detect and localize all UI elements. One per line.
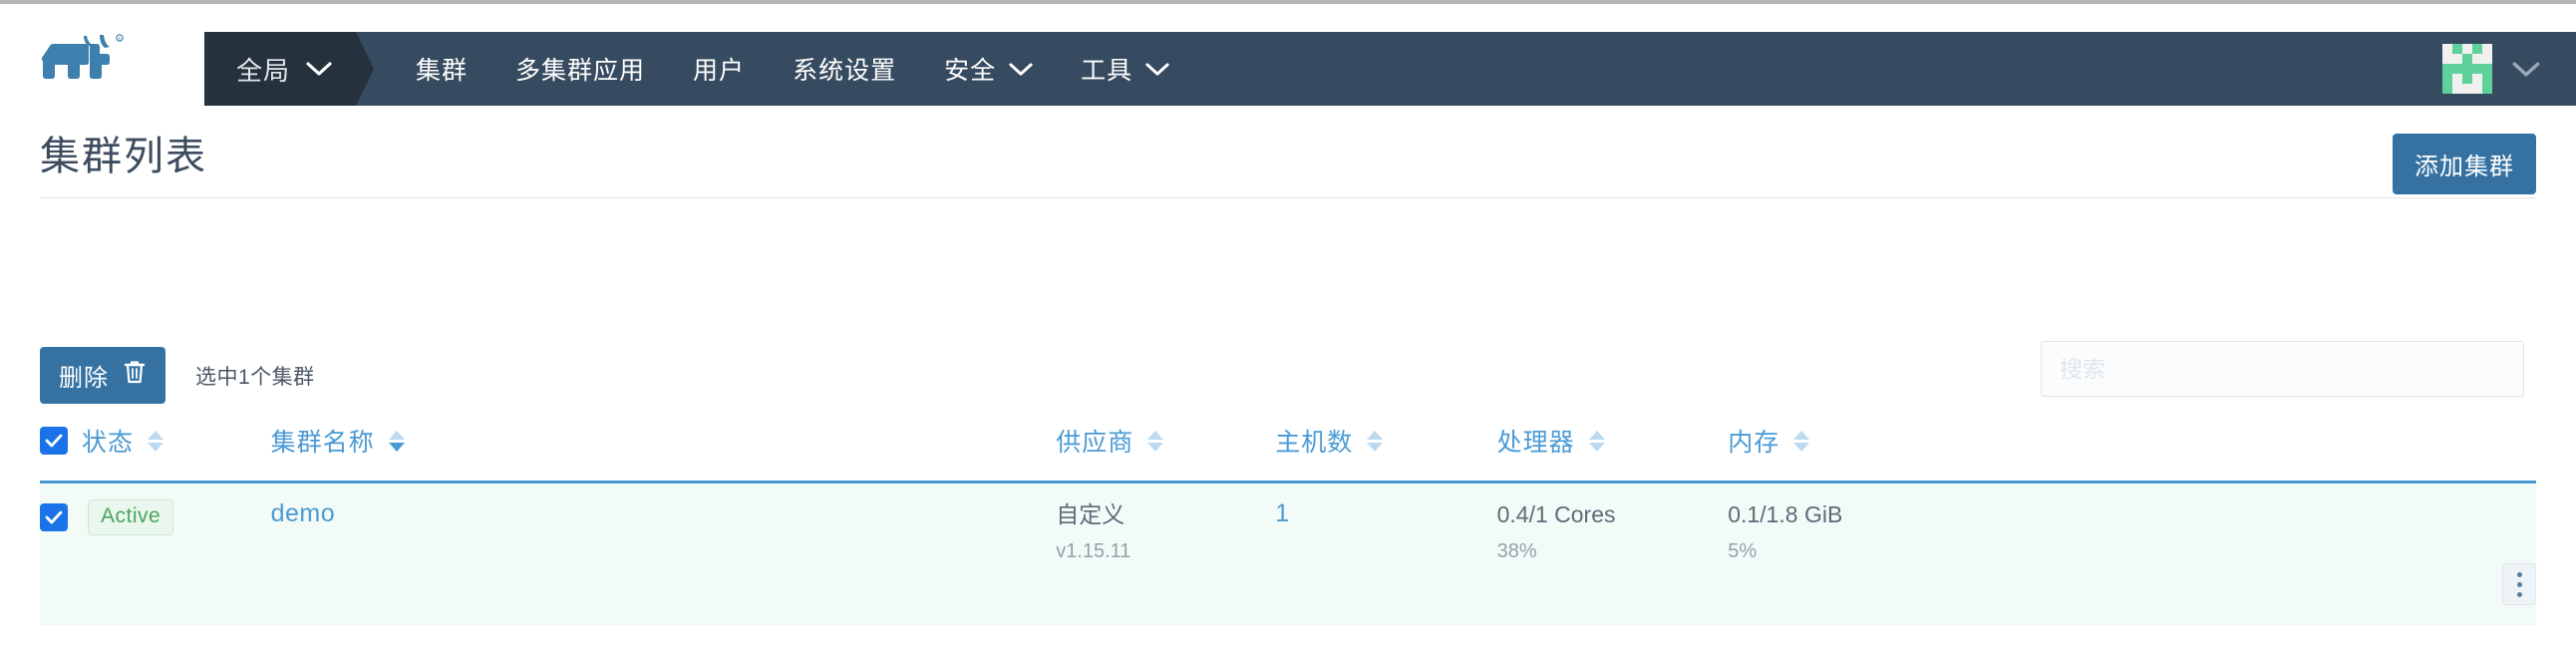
nav-item-label: 工具 [1081, 57, 1133, 85]
cell-node-count: 1 [1275, 483, 1496, 626]
app-header: R 全局 集群 多集群应用 用户 系统设置 安全 工具 [0, 4, 2576, 106]
column-header-label: 集群名称 [270, 429, 375, 457]
cell-cluster-name: demo [271, 483, 1057, 626]
cell-status: Active [40, 483, 271, 626]
column-header-label: 主机数 [1275, 429, 1354, 457]
main-navbar: 全局 集群 多集群应用 用户 系统设置 安全 工具 [204, 32, 2576, 106]
column-header-provider[interactable]: 供应商 [1056, 417, 1275, 483]
sort-icon [1793, 430, 1810, 452]
table-toolbar: 删除 选中1个集群 [40, 341, 2536, 404]
column-header-label: 状态 [82, 429, 135, 457]
column-header-label: 内存 [1728, 429, 1780, 457]
column-header-label: 供应商 [1056, 429, 1134, 457]
cell-provider: 自定义 v1.15.11 [1056, 483, 1275, 626]
chevron-down-icon [1145, 62, 1169, 77]
memory-usage: 0.1/1.8 GiB [1728, 501, 1843, 527]
table-header-row: 状态 集群名称 供应商 主机数 处理器 内存 [40, 417, 2536, 483]
nav-item-list: 集群 多集群应用 用户 系统设置 安全 工具 [392, 32, 2442, 106]
select-all-checkbox[interactable] [40, 427, 68, 455]
cluster-name-link[interactable]: demo [271, 499, 336, 527]
column-header-label: 处理器 [1496, 429, 1575, 457]
clusters-table: 状态 集群名称 供应商 主机数 处理器 内存 Active demo 自定义 v… [40, 417, 2536, 626]
nav-item-label: 集群 [416, 57, 469, 85]
column-header-status[interactable]: 状态 [40, 417, 271, 483]
user-menu[interactable] [2442, 32, 2576, 106]
table-row[interactable]: Active demo 自定义 v1.15.11 1 0.4/1 Cores 3… [40, 482, 2536, 626]
search-input[interactable] [2041, 341, 2524, 397]
sort-icon [388, 430, 405, 452]
page-title: 集群列表 [40, 135, 207, 178]
column-header-cluster-name[interactable]: 集群名称 [271, 417, 1057, 483]
nav-item-security[interactable]: 安全 [920, 32, 1057, 106]
chevron-down-icon [1009, 62, 1033, 77]
kebab-menu-icon[interactable] [2502, 563, 2536, 606]
column-header-memory[interactable]: 内存 [1728, 417, 2536, 483]
chevron-down-icon [306, 61, 332, 77]
column-header-cpu[interactable]: 处理器 [1497, 417, 1729, 483]
header-divider [40, 197, 2536, 198]
nav-item-system-settings[interactable]: 系统设置 [769, 32, 920, 106]
sort-icon [148, 430, 164, 452]
page-header: 集群列表 添加集群 [0, 98, 2576, 197]
add-cluster-button[interactable]: 添加集群 [2393, 134, 2536, 194]
nav-item-multi-cluster-apps[interactable]: 多集群应用 [491, 32, 669, 106]
nav-item-label: 系统设置 [793, 57, 897, 85]
nav-item-users[interactable]: 用户 [669, 32, 769, 106]
cpu-percent: 38% [1496, 540, 1537, 563]
sort-icon [1147, 430, 1164, 452]
nav-item-clusters[interactable]: 集群 [392, 32, 491, 106]
memory-percent: 5% [1728, 540, 1758, 563]
delete-button[interactable]: 删除 [40, 347, 165, 404]
sort-icon [1588, 430, 1605, 452]
cell-memory: 0.1/1.8 GiB 5% [1728, 483, 2536, 626]
column-header-node-count[interactable]: 主机数 [1275, 417, 1496, 483]
delete-button-label: 删除 [59, 365, 109, 392]
trash-icon [123, 359, 147, 392]
provider-version: v1.15.11 [1056, 540, 1131, 563]
nav-scope-label: 全局 [236, 55, 291, 86]
provider-name: 自定义 [1056, 501, 1126, 527]
cell-cpu: 0.4/1 Cores 38% [1497, 483, 1729, 626]
sort-icon [1367, 430, 1384, 452]
nav-item-label: 安全 [944, 57, 997, 85]
nav-item-label: 用户 [693, 57, 746, 85]
nav-scope-selector[interactable]: 全局 [204, 32, 375, 106]
chevron-down-icon [2512, 61, 2540, 78]
user-avatar-identicon [2442, 44, 2492, 94]
nav-item-tools[interactable]: 工具 [1057, 32, 1193, 106]
nav-item-label: 多集群应用 [515, 57, 646, 85]
node-count-link[interactable]: 1 [1275, 499, 1289, 527]
selection-count-label: 选中1个集群 [195, 366, 315, 389]
rancher-logo[interactable]: R [40, 32, 126, 80]
status-badge: Active [88, 499, 174, 535]
cpu-usage: 0.4/1 Cores [1496, 501, 1616, 527]
row-select-checkbox[interactable] [40, 503, 68, 531]
